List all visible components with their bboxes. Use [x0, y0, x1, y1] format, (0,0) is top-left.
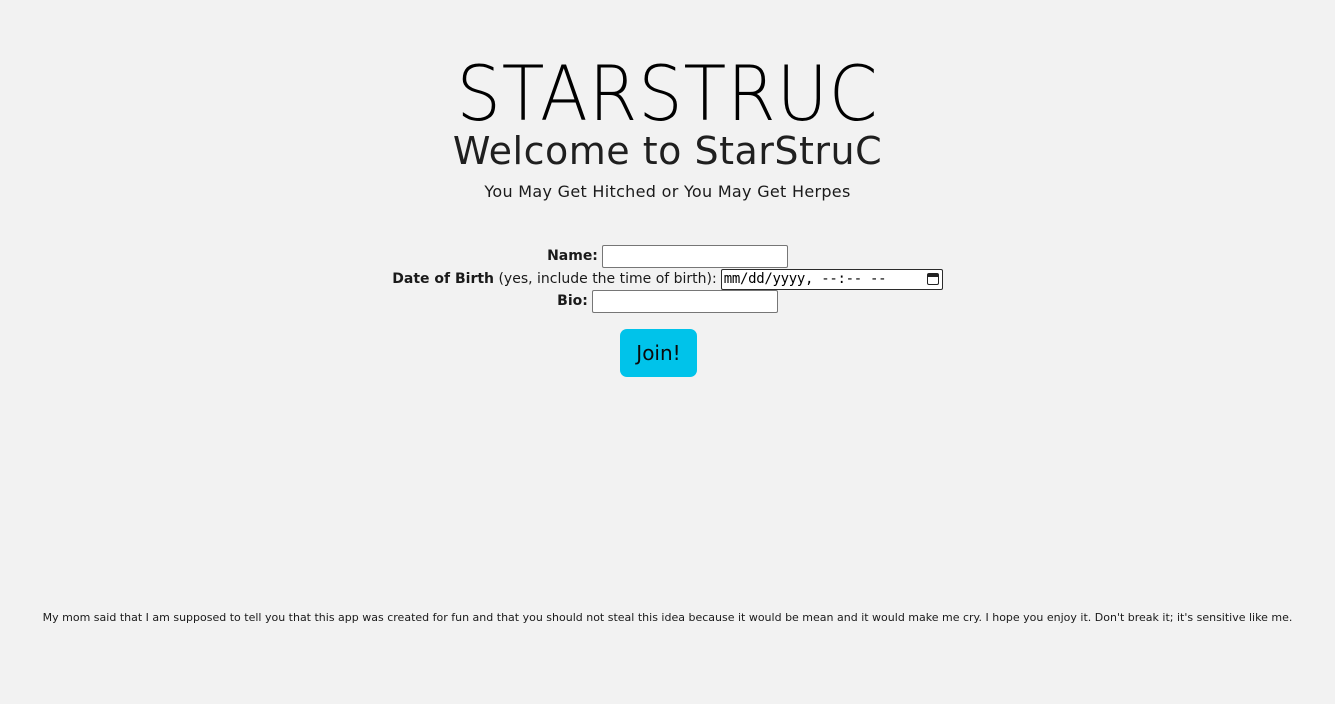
bio-label: Bio:: [557, 293, 588, 309]
name-row: Name:: [0, 244, 1335, 268]
footer-disclaimer: My mom said that I am supposed to tell y…: [42, 611, 1293, 624]
calendar-icon[interactable]: [926, 273, 939, 285]
join-button[interactable]: Join!: [620, 329, 697, 377]
dob-label: Date of Birth (yes, include the time of …: [392, 269, 716, 289]
name-label: Name:: [547, 248, 598, 264]
dob-label-bold: Date of Birth: [392, 271, 495, 287]
bio-row: Bio:: [0, 289, 1335, 313]
dob-label-note: (yes, include the time of birth):: [494, 271, 717, 287]
tagline: You May Get Hitched or You May Get Herpe…: [484, 182, 851, 201]
bio-input[interactable]: [591, 289, 778, 313]
dob-input[interactable]: mm/dd/yyyy, --:-- --: [720, 268, 943, 290]
name-input[interactable]: [601, 244, 788, 268]
page: STARSTRUC Welcome to StarStruC You May G…: [0, 0, 1335, 704]
dob-row: Date of Birth (yes, include the time of …: [0, 268, 1335, 290]
page-title: Welcome to StarStruC: [452, 129, 883, 173]
dob-placeholder[interactable]: mm/dd/yyyy, --:-- --: [724, 269, 887, 289]
